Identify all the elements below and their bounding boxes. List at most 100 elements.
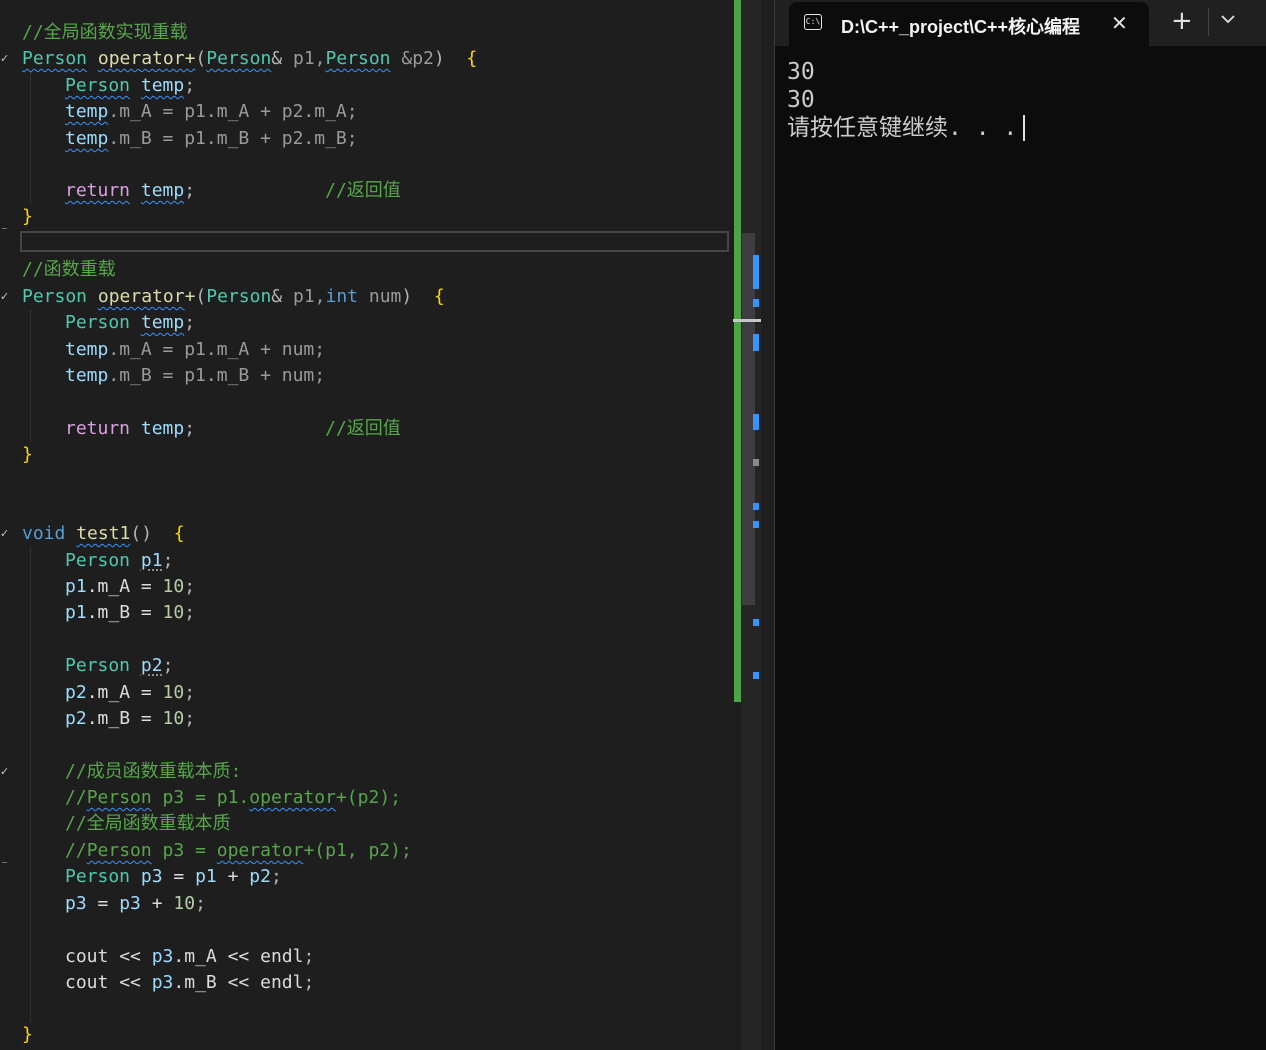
code-token: ; bbox=[184, 682, 196, 703]
code-token: p1, bbox=[282, 48, 326, 69]
code-token: ; bbox=[184, 418, 196, 439]
code-token: ; bbox=[184, 312, 196, 333]
code-token: //返回值 bbox=[325, 418, 401, 439]
code-token: Person bbox=[206, 48, 272, 69]
fold-end-marker bbox=[2, 862, 7, 863]
code-line: p1.m_B = 10; bbox=[65, 600, 195, 626]
code-token: test1 bbox=[76, 523, 131, 544]
code-token: ; bbox=[303, 972, 315, 993]
code-token: num bbox=[358, 286, 402, 307]
code-token: p3 = p1. bbox=[151, 787, 250, 808]
code-token: p2 bbox=[65, 708, 87, 729]
code-token: p3 bbox=[119, 893, 141, 914]
terminal-window[interactable]: C:\ D:\C++_project\C++核心编程 ✕ + 30 30 请按任… bbox=[775, 0, 1266, 1050]
code-token: int bbox=[325, 286, 359, 307]
fold-toggle-icon[interactable]: ✓ bbox=[0, 291, 9, 303]
fold-toggle-icon[interactable]: ✓ bbox=[0, 528, 9, 540]
code-token: .m_B = p1.m_B + num; bbox=[108, 365, 326, 386]
code-token: operator+ bbox=[97, 48, 196, 69]
code-token: } bbox=[22, 444, 33, 465]
plus-icon[interactable]: + bbox=[1171, 6, 1193, 36]
code-token: temp bbox=[140, 75, 185, 96]
terminal-tab[interactable]: C:\ D:\C++_project\C++核心编程 ✕ bbox=[789, 2, 1149, 46]
code-token: p1, bbox=[282, 286, 326, 307]
code-token: .m_B = p1.m_B + p2.m_B; bbox=[108, 128, 358, 149]
code-token: .m_A << bbox=[173, 946, 261, 967]
code-token: << bbox=[108, 946, 152, 967]
code-token: p3 bbox=[65, 893, 87, 914]
code-editor[interactable]: ✓ ✓ ✓ ✓ //全局函数实现重载 Person operator+(Perso… bbox=[0, 0, 734, 1050]
code-token: &p2 bbox=[390, 48, 434, 69]
code-line: p3 = p3 + 10; bbox=[65, 891, 206, 917]
code-token: // bbox=[65, 787, 87, 808]
code-token: = bbox=[86, 893, 120, 914]
code-line: //成员函数重载本质: bbox=[65, 759, 242, 785]
code-line: } bbox=[22, 442, 33, 468]
code-token: p2 bbox=[140, 655, 163, 676]
scrollbar-marker bbox=[753, 299, 759, 307]
indent-guide bbox=[30, 72, 31, 204]
code-token: ; bbox=[270, 866, 282, 887]
code-token: temp bbox=[140, 180, 185, 201]
change-tracking-bar bbox=[734, 0, 741, 702]
code-token: operator bbox=[97, 286, 185, 307]
chevron-down-icon[interactable] bbox=[1219, 10, 1237, 32]
indent-guide bbox=[30, 310, 31, 442]
code-token: .m_B = bbox=[86, 602, 163, 623]
scrollbar-marker bbox=[753, 619, 759, 626]
code-token: p3 bbox=[151, 946, 174, 967]
code-token: temp bbox=[65, 365, 109, 386]
scrollbar-marker bbox=[753, 334, 759, 351]
code-token: ; bbox=[184, 576, 196, 597]
output-line: 请按任意键继续. . . bbox=[787, 114, 1026, 142]
fold-toggle-icon[interactable]: ✓ bbox=[0, 766, 9, 778]
code-line: } bbox=[22, 1022, 33, 1048]
code-token: ; bbox=[303, 946, 315, 967]
code-line: //全局函数重载本质 bbox=[65, 811, 231, 837]
code-line: //全局函数实现重载 bbox=[22, 20, 188, 46]
terminal-icon: C:\ bbox=[804, 14, 822, 30]
code-line: p1.m_A = 10; bbox=[65, 574, 195, 600]
code-line: temp.m_A = p1.m_A + p2.m_A; bbox=[65, 99, 358, 125]
code-token: ( bbox=[195, 48, 207, 69]
code-token: .m_A = p1.m_A + p2.m_A; bbox=[108, 101, 358, 122]
scrollbar-marker bbox=[753, 414, 759, 430]
code-token: Person bbox=[206, 286, 272, 307]
code-token: + bbox=[184, 286, 196, 307]
code-token: { bbox=[433, 286, 445, 307]
terminal-output: 30 30 请按任意键继续. . . bbox=[787, 58, 1026, 142]
terminal-tab-bar: C:\ D:\C++_project\C++核心编程 ✕ + bbox=[775, 0, 1266, 46]
code-token: // bbox=[65, 840, 87, 861]
code-token: //成员函数重载本质: bbox=[65, 761, 242, 782]
code-token: ; bbox=[184, 75, 196, 96]
code-token: p1 bbox=[195, 866, 217, 887]
code-line: temp.m_B = p1.m_B + num; bbox=[65, 363, 325, 389]
code-token: & bbox=[271, 286, 283, 307]
scrollbar-marker bbox=[753, 672, 759, 679]
code-token: + bbox=[140, 893, 174, 914]
scrollbar-marker bbox=[753, 521, 759, 528]
code-token: p1 bbox=[65, 576, 87, 597]
code-token: ; bbox=[195, 893, 206, 914]
code-token: .m_A = bbox=[86, 576, 163, 597]
code-token: Person bbox=[22, 286, 88, 307]
code-token: 10 bbox=[162, 576, 185, 597]
code-token: temp bbox=[140, 418, 185, 439]
fold-toggle-icon[interactable]: ✓ bbox=[0, 53, 9, 65]
code-token: //函数重载 bbox=[22, 259, 116, 280]
code-token: 10 bbox=[162, 682, 185, 703]
code-line: Person temp; bbox=[65, 73, 195, 99]
code-token: //全局函数重载本质 bbox=[65, 813, 231, 834]
code-token: +(p1, p2); bbox=[303, 840, 412, 861]
code-token: + bbox=[216, 866, 250, 887]
scrollbar-marker bbox=[753, 459, 759, 466]
close-icon[interactable]: ✕ bbox=[1111, 11, 1128, 35]
code-line: temp.m_A = p1.m_A + num; bbox=[65, 337, 325, 363]
code-line: //函数重载 bbox=[22, 257, 116, 283]
code-token: +(p2); bbox=[335, 787, 401, 808]
